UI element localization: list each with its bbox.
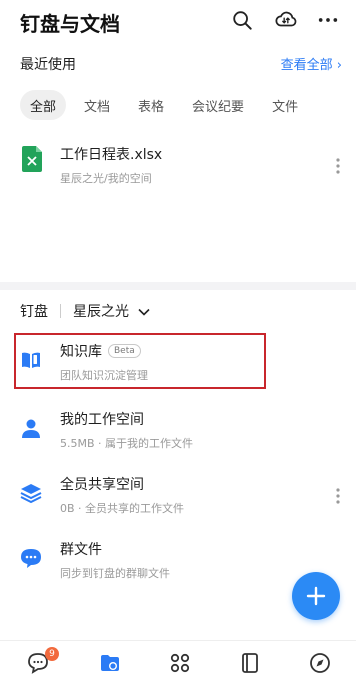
drive-label: 钉盘 — [20, 304, 48, 320]
xlsx-icon — [22, 146, 42, 172]
person-icon — [20, 417, 42, 439]
space-name: 星辰之光 — [73, 304, 129, 320]
filter-chip-sheets[interactable]: 表格 — [128, 90, 174, 120]
drive-space-selector[interactable]: 钉盘 星辰之光 — [20, 300, 151, 322]
chevron-down-icon — [137, 304, 151, 318]
search-icon[interactable] — [230, 8, 254, 32]
beta-badge: Beta — [108, 344, 141, 358]
apps-icon[interactable] — [168, 651, 192, 674]
page-title: 钉盘与文档 — [20, 12, 120, 36]
plus-icon — [306, 586, 326, 606]
item-title: 我的工作空间 — [60, 412, 144, 428]
file-name: 工作日程表.xlsx — [60, 147, 163, 163]
more-icon[interactable] — [316, 8, 340, 32]
filter-chip-all[interactable]: 全部 — [20, 90, 67, 120]
layers-icon — [20, 482, 42, 504]
recent-section-title: 最近使用 — [20, 57, 76, 73]
contacts-icon[interactable] — [238, 651, 262, 674]
message-badge: 9 — [45, 647, 59, 661]
chat-bubble-icon — [20, 547, 42, 569]
drive-item-knowledge-base[interactable]: 知识库 Beta 团队知识沉淀管理 — [0, 335, 356, 391]
filter-chip-files[interactable]: 文件 — [262, 90, 308, 120]
divider — [60, 304, 61, 318]
app-header: 钉盘与文档 — [0, 0, 356, 44]
filter-chip-docs[interactable]: 文档 — [74, 90, 120, 120]
more-vertical-icon[interactable] — [334, 486, 342, 506]
bottom-tab-bar: 9 — [0, 640, 356, 674]
item-subtitle: 0B · 全员共享的工作文件 — [60, 502, 185, 515]
more-vertical-icon[interactable] — [334, 156, 342, 176]
recent-file-row[interactable]: 工作日程表.xlsx 星辰之光/我的空间 — [0, 140, 356, 200]
section-divider — [0, 282, 356, 290]
see-all-link[interactable]: 查看全部 › — [281, 54, 342, 73]
item-subtitle: 5.5MB · 属于我的工作文件 — [60, 437, 194, 450]
filter-chip-meeting-notes[interactable]: 会议纪要 — [182, 90, 254, 120]
cloud-transfer-icon[interactable] — [274, 8, 298, 32]
item-title: 全员共享空间 — [60, 477, 144, 493]
item-title: 群文件 — [60, 542, 102, 558]
item-subtitle: 团队知识沉淀管理 — [60, 369, 148, 382]
item-title: 知识库 Beta — [60, 341, 141, 361]
add-button[interactable] — [292, 572, 340, 620]
item-subtitle: 同步到钉盘的群聊文件 — [60, 567, 170, 580]
book-icon — [20, 349, 42, 371]
drive-item-shared-space[interactable]: 全员共享空间 0B · 全员共享的工作文件 — [0, 468, 356, 524]
discover-icon[interactable] — [308, 651, 332, 674]
filter-chips: 全部 文档 表格 会议纪要 文件 — [20, 90, 308, 120]
drive-icon[interactable] — [98, 651, 122, 674]
drive-item-my-workspace[interactable]: 我的工作空间 5.5MB · 属于我的工作文件 — [0, 403, 356, 459]
file-location: 星辰之光/我的空间 — [60, 172, 152, 185]
item-title-text: 知识库 — [60, 344, 102, 360]
